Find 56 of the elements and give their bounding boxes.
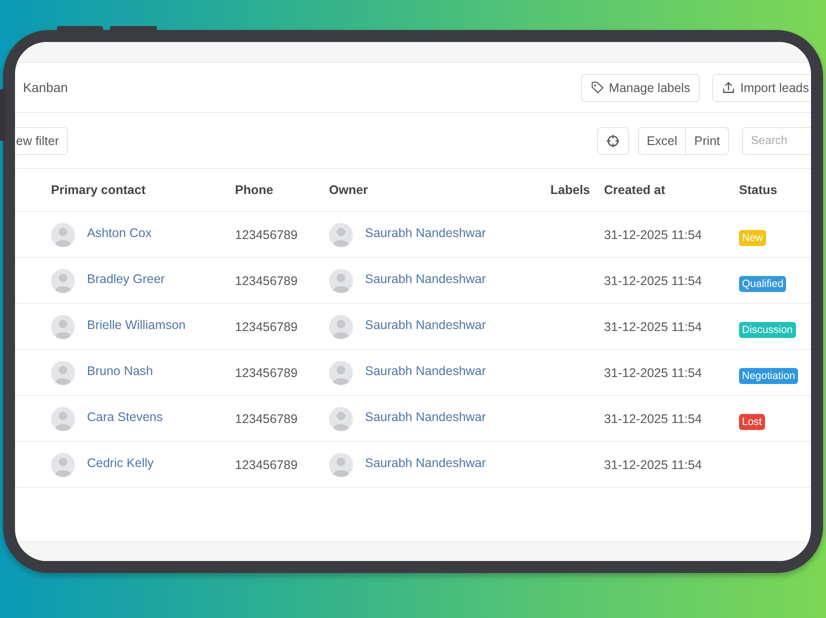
upload-icon	[722, 81, 736, 94]
status-badge: Lost	[739, 414, 765, 430]
status-badge: New	[739, 230, 766, 246]
table-cell-text: 123456789	[235, 320, 299, 334]
owner-link[interactable]: Saurabh Nandeshwar	[365, 364, 486, 378]
table-cell-text: 31-12-2025 11:54	[604, 412, 703, 426]
avatar-icon	[51, 222, 75, 246]
table-cell-text: 31-12-2025 11:54	[604, 228, 703, 242]
table-cell-text: 31-12-2025 11:54	[604, 320, 703, 334]
avatar-icon	[329, 452, 353, 476]
table-cell-text: 31-12-2025 11:54	[604, 366, 703, 380]
contact-link[interactable]: Cara Stevens	[87, 410, 163, 424]
tag-icon	[590, 81, 604, 94]
contact-link[interactable]: Bruno Nash	[87, 364, 154, 378]
avatar-icon	[329, 314, 353, 338]
column-header: Primary contact	[51, 183, 146, 197]
avatar-icon	[51, 406, 75, 430]
table-cell-text: 31-12-2025 11:54	[604, 274, 703, 288]
table-cell-text: 123456789	[235, 274, 299, 288]
contact-link[interactable]: Cedric Kelly	[87, 456, 154, 470]
avatar-icon	[51, 314, 75, 338]
search-field[interactable]: Search	[742, 126, 811, 154]
status-badge: Qualified	[739, 276, 786, 292]
crosshair-icon	[606, 134, 620, 148]
crosshair-button[interactable]	[596, 126, 629, 154]
avatar-icon	[51, 268, 75, 292]
contact-link[interactable]: Bradley Greer	[87, 272, 165, 286]
owner-link[interactable]: Saurabh Nandeshwar	[365, 272, 486, 286]
import-leads-button[interactable]: Import leads	[712, 74, 811, 102]
avatar-icon	[329, 222, 353, 246]
column-header: Status	[739, 183, 778, 197]
avatar-icon	[51, 452, 75, 476]
avatar-icon	[329, 360, 353, 384]
table-cell-text: 123456789	[235, 228, 299, 242]
contact-link[interactable]: Brielle Williamson	[87, 318, 186, 332]
kanban-tab[interactable]: Kanban	[23, 80, 68, 95]
table-cell-text: 31-12-2025 11:54	[604, 458, 703, 472]
owner-link[interactable]: Saurabh Nandeshwar	[365, 410, 486, 424]
avatar-icon	[51, 360, 75, 384]
manage-labels-button[interactable]: Manage labels	[580, 74, 700, 102]
column-header: Labels	[550, 183, 591, 197]
contact-link[interactable]: Ashton Cox	[87, 226, 152, 240]
status-badge: Discussion	[739, 322, 796, 338]
column-header: Owner	[329, 183, 369, 197]
owner-link[interactable]: Saurabh Nandeshwar	[365, 456, 486, 470]
new-filter-button[interactable]: ew filter	[15, 126, 68, 154]
owner-link[interactable]: Saurabh Nandeshwar	[365, 318, 486, 332]
table-cell-text: 123456789	[235, 366, 299, 380]
table-cell-text: 123456789	[235, 458, 299, 472]
column-header: Created at	[604, 183, 666, 197]
table-cell-text: 123456789	[235, 412, 299, 426]
avatar-icon	[329, 406, 353, 430]
owner-link[interactable]: Saurabh Nandeshwar	[365, 226, 486, 240]
status-badge: Negotiation	[739, 368, 798, 384]
avatar-icon	[329, 268, 353, 292]
column-header: Phone	[235, 183, 274, 197]
